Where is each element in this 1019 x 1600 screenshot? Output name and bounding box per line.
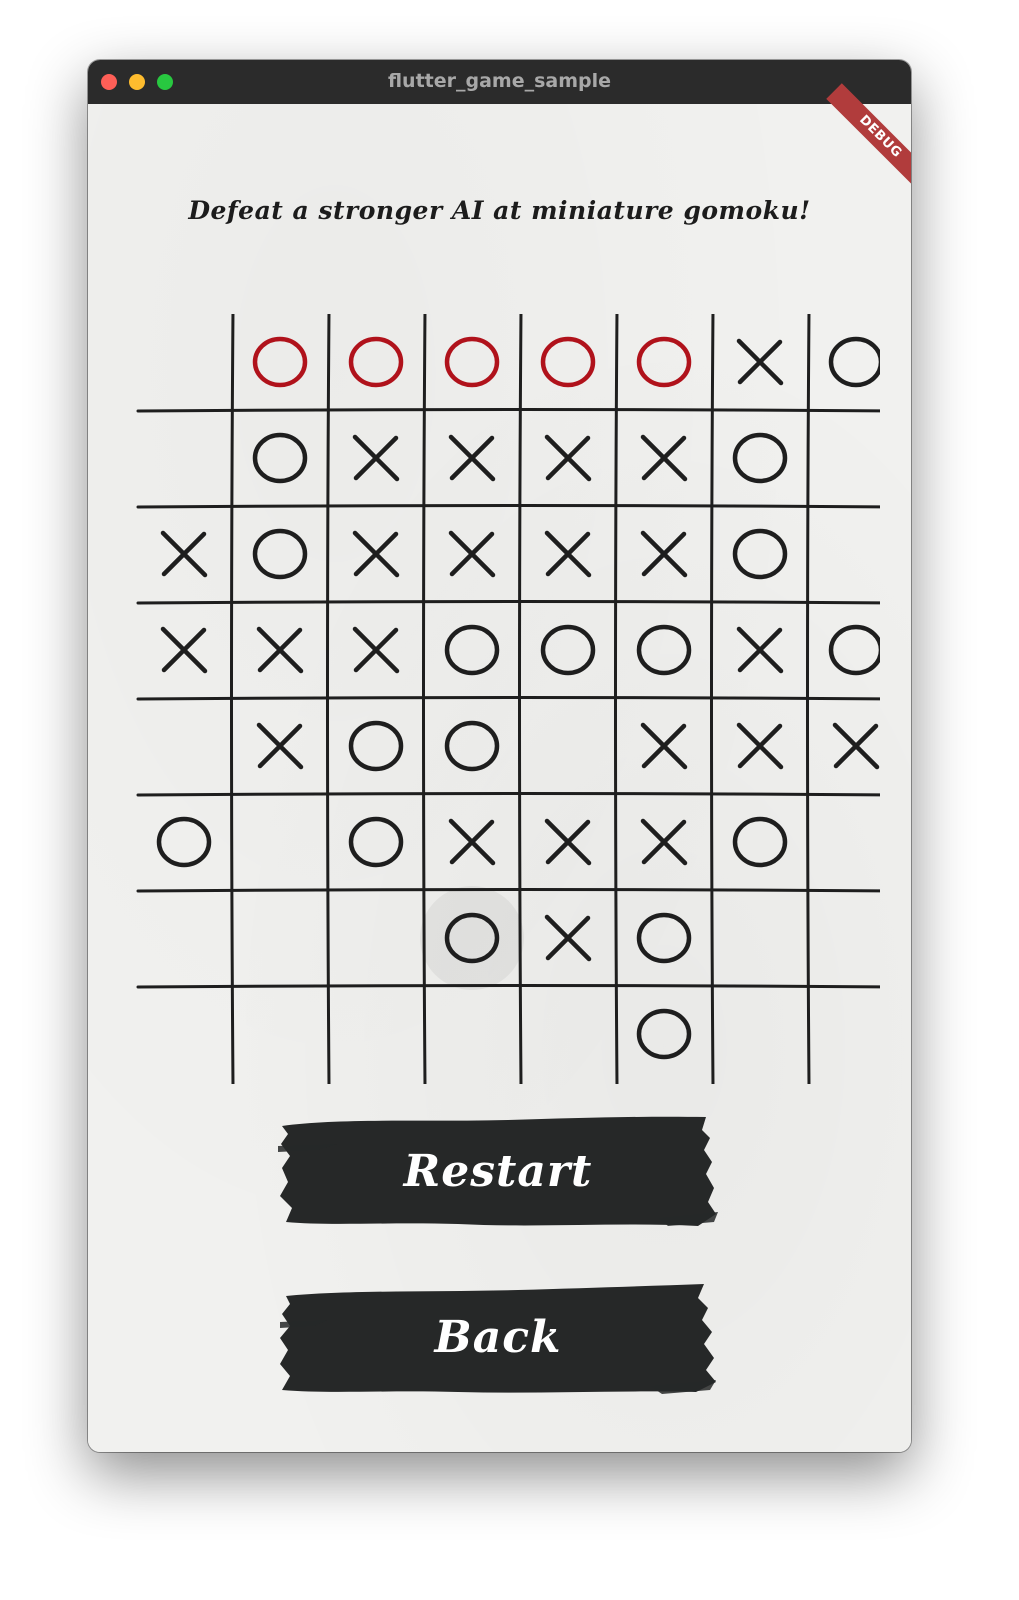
board-cell[interactable] [140,606,228,694]
board-cell[interactable] [428,990,516,1078]
restart-label: Restart [403,1146,593,1197]
board-cell[interactable] [524,414,612,502]
board-cell[interactable] [812,318,880,406]
board-cell[interactable] [716,990,804,1078]
board-cell[interactable] [332,798,420,886]
game-screen: DEBUG Defeat a stronger AI at miniature … [88,83,911,1452]
board-cell[interactable] [716,606,804,694]
board-cell[interactable] [620,414,708,502]
board-cell[interactable] [524,990,612,1078]
board-cell[interactable] [524,702,612,790]
board-cell[interactable] [524,894,612,982]
board-cell[interactable] [524,318,612,406]
grid-line-horizontal [136,504,880,509]
board-canvas [136,314,880,1084]
board-cell[interactable] [428,414,516,502]
board-cell[interactable] [236,318,324,406]
board-cell[interactable] [716,510,804,598]
board-cell[interactable] [524,510,612,598]
board-cell[interactable] [236,414,324,502]
board-cell[interactable] [236,894,324,982]
board-cell[interactable] [428,894,516,982]
board-cell[interactable] [332,510,420,598]
board-cell[interactable] [140,894,228,982]
board-cell[interactable] [140,702,228,790]
board-cell[interactable] [332,990,420,1078]
board-cell[interactable] [236,798,324,886]
board-cell[interactable] [428,606,516,694]
grid-line-horizontal [136,888,880,893]
board-cell[interactable] [236,702,324,790]
board-cell[interactable] [620,798,708,886]
board-cell[interactable] [332,606,420,694]
board-cell[interactable] [620,318,708,406]
grid-line-horizontal [136,984,880,989]
window-title: flutter_game_sample [387,70,612,92]
board-cell[interactable] [812,798,880,886]
board-cell[interactable] [428,702,516,790]
board-cell[interactable] [620,606,708,694]
grid-line-horizontal [136,408,880,413]
board-cell[interactable] [140,798,228,886]
board-cell[interactable] [716,414,804,502]
back-label: Back [434,1312,562,1363]
app-window: flutter_game_sample DEBUG Defeat a stron… [88,60,911,1452]
board-cell[interactable] [716,798,804,886]
board-cell[interactable] [812,606,880,694]
board-cell[interactable] [236,606,324,694]
title-bar: flutter_game_sample [88,60,911,105]
grid-line-horizontal [136,792,880,797]
board-cell[interactable] [812,894,880,982]
board-cell[interactable] [620,990,708,1078]
board-cell[interactable] [524,606,612,694]
board-cell[interactable] [620,702,708,790]
board-cell[interactable] [140,414,228,502]
board-cell[interactable] [620,894,708,982]
board-cell[interactable] [812,414,880,502]
grid-line-horizontal [136,600,880,605]
back-button[interactable]: Back [278,1282,718,1397]
board-cell[interactable] [140,990,228,1078]
board-cell[interactable] [812,510,880,598]
board-cell[interactable] [332,894,420,982]
restart-button[interactable]: Restart [278,1116,718,1231]
board-cell[interactable] [236,510,324,598]
board-cell[interactable] [812,990,880,1078]
board-cell[interactable] [716,702,804,790]
board-cell[interactable] [332,318,420,406]
game-board [136,314,880,1084]
board-cell[interactable] [716,318,804,406]
board-cell[interactable] [524,798,612,886]
game-headline: Defeat a stronger AI at miniature gomoku… [188,196,811,225]
board-cell[interactable] [428,510,516,598]
board-cell[interactable] [620,510,708,598]
board-cell[interactable] [332,414,420,502]
board-cell[interactable] [332,702,420,790]
board-cell[interactable] [812,702,880,790]
board-cell[interactable] [140,318,228,406]
grid-line-horizontal [136,696,880,701]
board-cell[interactable] [428,798,516,886]
board-cell[interactable] [428,318,516,406]
board-cell[interactable] [236,990,324,1078]
board-cell[interactable] [140,510,228,598]
board-cell[interactable] [716,894,804,982]
